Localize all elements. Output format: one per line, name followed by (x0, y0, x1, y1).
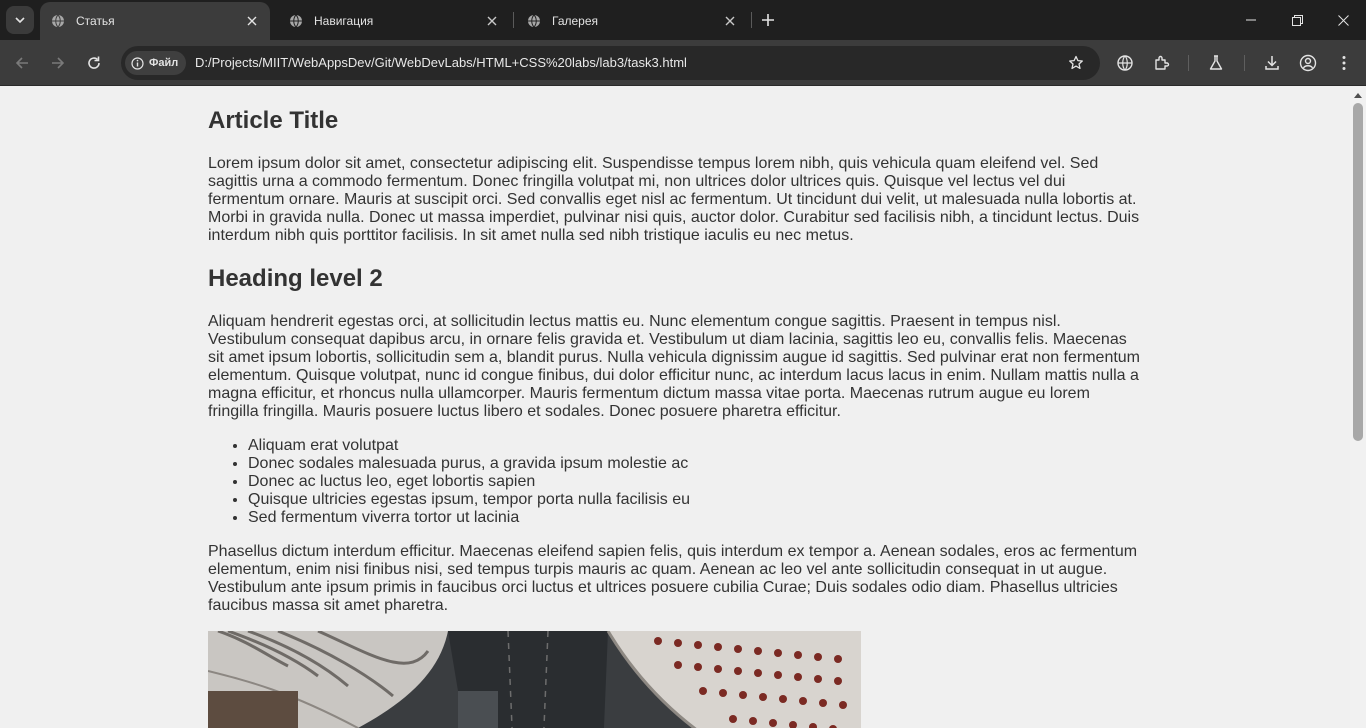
tab-label: Навигация (314, 14, 374, 28)
globe-icon (526, 13, 542, 29)
restore-icon (1291, 14, 1303, 26)
list-item: Sed fermentum viverra tortor ut lacinia (248, 509, 1142, 527)
tab-label: Галерея (552, 14, 599, 28)
download-icon (1265, 56, 1279, 70)
translate-button[interactable] (1111, 49, 1139, 77)
labs-icon (1209, 55, 1223, 70)
extensions-icon (1155, 55, 1170, 70)
globe-icon (288, 13, 304, 29)
tab-article[interactable]: Статья (40, 2, 270, 40)
back-button[interactable] (8, 49, 36, 77)
bookmark-button[interactable] (1066, 53, 1086, 73)
menu-icon (1342, 56, 1346, 70)
article: Article Title Lorem ipsum dolor sit amet… (208, 87, 1142, 728)
section-heading: Heading level 2 (208, 265, 383, 292)
page-viewport: Article Title Lorem ipsum dolor sit amet… (0, 87, 1350, 728)
article-paragraph: Phasellus dictum interdum efficitur. Mae… (208, 543, 1138, 614)
tab-gallery[interactable]: Галерея (516, 2, 748, 40)
site-chip-label: Файл (149, 57, 179, 69)
address-bar[interactable]: Файл D:/Projects/MIIT/WebAppsDev/Git/Web… (121, 46, 1100, 80)
close-icon (1337, 14, 1349, 26)
list-item: Quisque ultricies egestas ipsum, tempor … (248, 491, 1142, 509)
close-window-button[interactable] (1320, 0, 1366, 40)
plus-icon (762, 14, 774, 26)
chevron-up-icon (1354, 93, 1362, 98)
info-icon (131, 56, 144, 70)
tab-navigation[interactable]: Навигация (278, 2, 510, 40)
scroll-up-arrow[interactable] (1350, 87, 1366, 103)
profile-icon (1299, 54, 1317, 72)
translate-icon (1117, 55, 1133, 71)
close-icon[interactable] (244, 13, 260, 29)
article-paragraph: Aliquam hendrerit egestas orci, at solli… (208, 313, 1141, 420)
toolbar-divider (1188, 55, 1189, 71)
scroll-thumb[interactable] (1353, 103, 1363, 441)
list-item: Donec sodales malesuada purus, a gravida… (248, 455, 1142, 473)
new-tab-button[interactable] (756, 8, 780, 32)
close-icon[interactable] (722, 13, 738, 29)
city-aerial-image (208, 631, 861, 728)
extensions-button[interactable] (1148, 49, 1176, 77)
list-item: Donec ac luctus leo, eget lobortis sapie… (248, 473, 1142, 491)
tab-search-button[interactable] (6, 6, 34, 34)
minimize-icon (1246, 19, 1256, 21)
article-title: Article Title (208, 107, 339, 134)
profile-button[interactable] (1294, 49, 1322, 77)
menu-button[interactable] (1330, 49, 1358, 77)
forward-button[interactable] (44, 49, 72, 77)
article-list: Aliquam erat volutpat Donec sodales male… (248, 437, 1142, 527)
restore-button[interactable] (1274, 0, 1320, 40)
reload-icon (88, 56, 100, 69)
url-text[interactable]: D:/Projects/MIIT/WebAppsDev/Git/WebDevLa… (195, 55, 687, 70)
back-icon (15, 57, 28, 69)
page-scrollbar[interactable] (1350, 87, 1366, 728)
download-button[interactable] (1258, 49, 1286, 77)
tab-divider (751, 12, 752, 28)
tab-search-icon (15, 17, 25, 24)
reload-button[interactable] (80, 49, 108, 77)
tab-label: Статья (76, 14, 115, 28)
globe-icon (50, 13, 66, 29)
list-item: Aliquam erat volutpat (248, 437, 1142, 455)
minimize-button[interactable] (1228, 0, 1274, 40)
article-intro: Lorem ipsum dolor sit amet, consectetur … (208, 155, 1140, 244)
labs-button[interactable] (1202, 49, 1230, 77)
site-info-chip[interactable]: Файл (125, 51, 187, 75)
star-icon (1069, 55, 1083, 70)
forward-icon (52, 57, 65, 69)
tab-divider (513, 12, 514, 28)
browser-toolbar: Файл D:/Projects/MIIT/WebAppsDev/Git/Web… (0, 40, 1366, 86)
tab-strip: Статья Навигация Галерея (0, 0, 1366, 40)
close-icon[interactable] (484, 13, 500, 29)
toolbar-divider (1244, 55, 1245, 71)
